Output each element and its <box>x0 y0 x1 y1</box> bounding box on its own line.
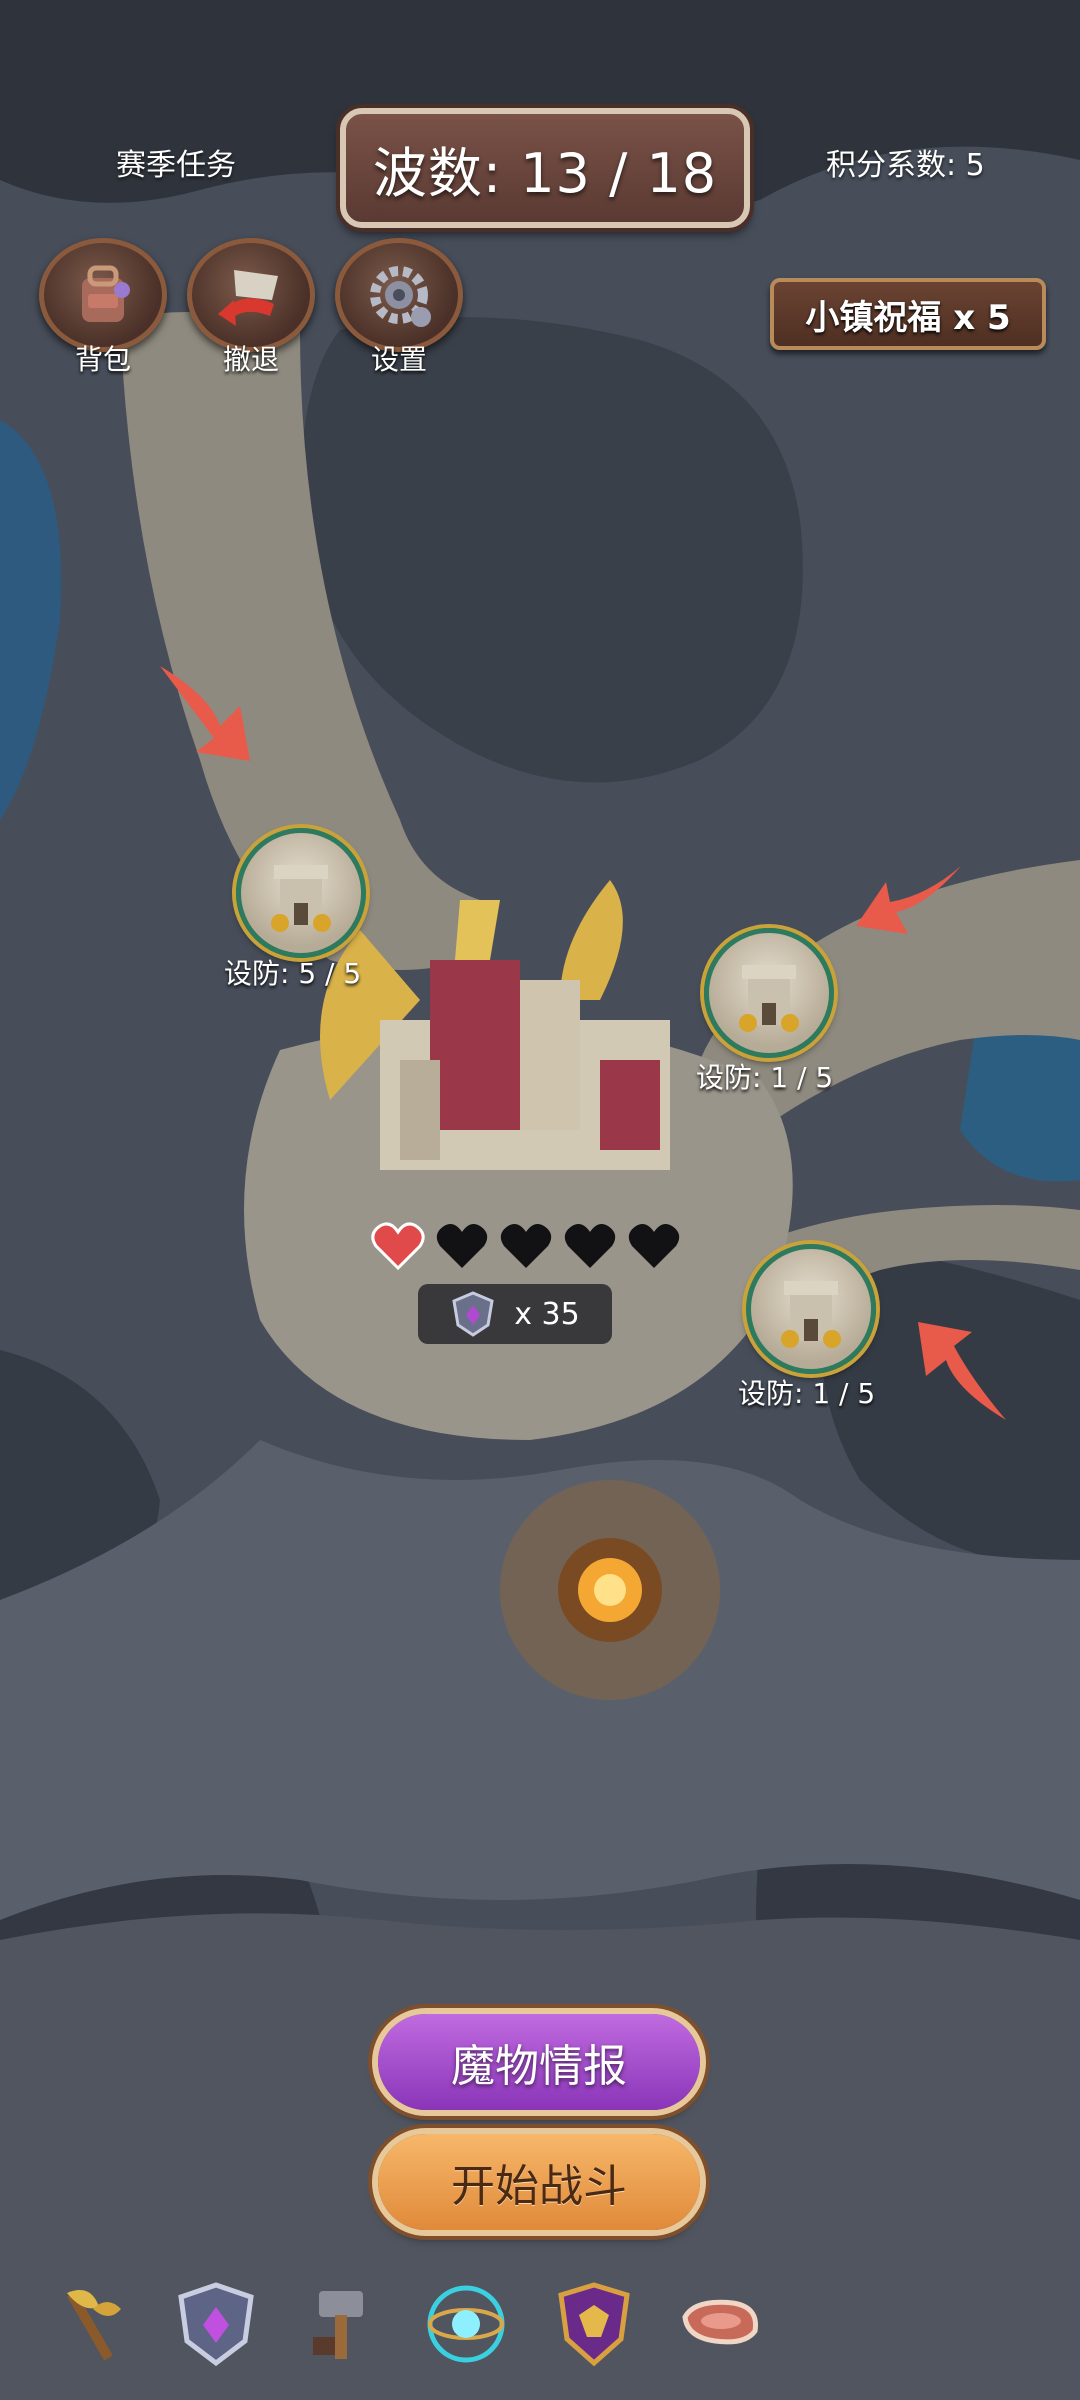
hammer-icon[interactable] <box>298 2278 390 2370</box>
rank-shield-icon <box>452 1291 494 1337</box>
monster-intel-button[interactable]: 魔物情报 <box>378 2014 700 2110</box>
enemy-arrow-northwest <box>160 666 250 761</box>
rank-shield-icon[interactable] <box>170 2278 262 2370</box>
rank-count-text: x 35 <box>514 1296 580 1332</box>
season-tasks-link[interactable]: 赛季任务 <box>116 140 236 184</box>
heart-icon-empty <box>564 1224 616 1268</box>
settings-label: 设置 <box>370 343 427 376</box>
settings-button[interactable]: 设置 <box>334 238 464 378</box>
heart-icon-filled <box>371 1222 425 1271</box>
score-multiplier: 积分系数: 5 <box>826 148 985 183</box>
retreat-label: 撤退 <box>222 343 279 376</box>
heart-icon-empty <box>628 1224 680 1268</box>
heart-icon-empty <box>436 1224 488 1268</box>
backpack-icon <box>39 238 167 352</box>
tower-icon <box>271 865 331 932</box>
defense-tower-west[interactable] <box>236 828 366 958</box>
retreat-flag-icon <box>187 238 315 352</box>
enemy-arrow-east <box>856 866 961 934</box>
base-health <box>370 1220 682 1272</box>
enemy-arrow-southeast <box>918 1322 1006 1420</box>
tower-icon <box>739 965 799 1032</box>
gear-icon <box>335 238 463 352</box>
tower-west-defense: 设防: 5 / 5 <box>224 957 362 990</box>
tower-east-defense: 设防: 1 / 5 <box>696 1061 834 1094</box>
wave-counter: 波数: 13 / 18 <box>340 108 750 228</box>
emblem-shield-icon[interactable] <box>548 2278 640 2370</box>
town-blessing-text: 小镇祝福 x 5 <box>805 297 1011 338</box>
rank-badge-count: x 35 <box>418 1284 612 1344</box>
meat-icon[interactable] <box>674 2278 766 2370</box>
backpack-label: 背包 <box>74 343 131 376</box>
tower-southeast-defense: 设防: 1 / 5 <box>738 1377 876 1410</box>
start-battle-label: 开始战斗 <box>451 2161 627 2212</box>
defense-tower-southeast[interactable] <box>746 1244 876 1374</box>
tower-icon <box>781 1281 841 1348</box>
defense-tower-east[interactable] <box>704 928 834 1058</box>
magic-orb-icon[interactable] <box>420 2278 512 2370</box>
wave-counter-text: 波数: 13 / 18 <box>372 141 718 205</box>
backpack-button[interactable]: 背包 <box>38 238 168 378</box>
monster-intel-label: 魔物情报 <box>451 2041 627 2092</box>
axe-weapon-icon[interactable] <box>46 2278 138 2370</box>
heart-icon-empty <box>500 1224 552 1268</box>
start-battle-button[interactable]: 开始战斗 <box>378 2134 700 2230</box>
town-blessing-banner[interactable]: 小镇祝福 x 5 <box>770 278 1046 350</box>
retreat-button[interactable]: 撤退 <box>186 238 316 378</box>
